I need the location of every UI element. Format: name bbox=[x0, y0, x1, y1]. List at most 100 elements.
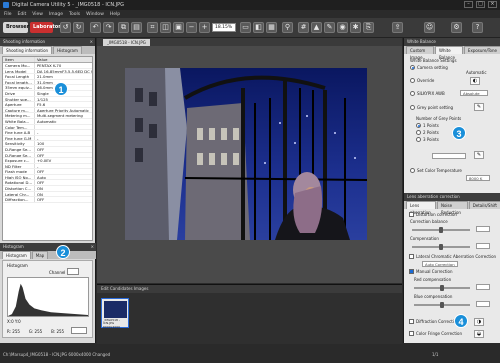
develop-icon[interactable]: ⎘ bbox=[363, 22, 374, 33]
color-fringe-label: Color Fringe Correction bbox=[416, 331, 462, 336]
histogram-close-icon[interactable]: × bbox=[91, 243, 94, 251]
wb-tabs: Custom Image White Balance Exposure/Tone bbox=[404, 46, 500, 60]
color-temp-value[interactable]: 8000 K bbox=[466, 175, 490, 181]
blue-compensation-value[interactable] bbox=[476, 301, 490, 307]
histogram-value-box[interactable] bbox=[71, 327, 87, 334]
laboratory-button[interactable]: Laboratory bbox=[30, 22, 64, 33]
row-value: ON bbox=[37, 186, 43, 191]
straighten-icon[interactable]: ◫ bbox=[160, 22, 171, 33]
color-fringe-button[interactable]: ◒ bbox=[474, 330, 484, 338]
export-icon[interactable]: ⇪ bbox=[392, 22, 403, 33]
grey-point-eyedropper[interactable]: ✎ bbox=[474, 151, 484, 159]
callout-2: 2 bbox=[56, 245, 70, 259]
settings-icon[interactable]: ⚙ bbox=[451, 22, 462, 33]
row-value: PENTAX K-70 bbox=[37, 63, 62, 68]
tab-histogram[interactable]: Histogram bbox=[53, 46, 82, 54]
correction-balance-knob[interactable] bbox=[439, 227, 443, 233]
red-compensation-value[interactable] bbox=[476, 284, 490, 290]
zoom-out-icon[interactable]: − bbox=[186, 22, 197, 33]
wb-absolute-select[interactable]: Absolute bbox=[460, 90, 488, 96]
column-header-item[interactable]: Item bbox=[3, 57, 35, 62]
lateral-label: Lateral Chromatic Aberration Correction bbox=[416, 254, 497, 259]
tab-details-shift[interactable]: Details/Shift bbox=[468, 201, 500, 209]
blue-compensation-knob[interactable] bbox=[440, 302, 444, 308]
tab-shooting-information[interactable]: Shooting information bbox=[2, 46, 53, 54]
row-item: Flash mode bbox=[3, 169, 35, 174]
multi-view-icon[interactable]: ▦ bbox=[266, 22, 277, 33]
grey-point-select[interactable] bbox=[432, 153, 466, 159]
row-value: - bbox=[37, 163, 39, 169]
menu-file[interactable]: File bbox=[4, 12, 12, 17]
grey-3-radio[interactable] bbox=[416, 137, 421, 142]
tab-lens-aberration[interactable]: Lens aberration bbox=[406, 201, 436, 215]
browser-button[interactable]: Browser bbox=[3, 22, 29, 33]
grey-eyedropper-button[interactable]: ✎ bbox=[474, 103, 484, 111]
window-title: Digital Camera Utility 5 - _IMG0518 - IC… bbox=[12, 2, 125, 8]
lateral-checkbox[interactable] bbox=[409, 254, 414, 259]
panel-close-icon[interactable]: × bbox=[90, 38, 93, 46]
copy-icon[interactable]: ⧉ bbox=[118, 22, 129, 33]
compare-view-icon[interactable]: ◧ bbox=[253, 22, 264, 33]
zoom-level-field[interactable]: 18.15% bbox=[212, 23, 236, 32]
wb-camera-radio[interactable] bbox=[410, 65, 415, 70]
tab-custom-image[interactable]: Custom Image bbox=[406, 46, 435, 60]
table-row[interactable]: Diffraction... OFF bbox=[3, 197, 92, 203]
wb-grey-radio[interactable] bbox=[410, 105, 415, 110]
zoom-in-icon[interactable]: + bbox=[199, 22, 210, 33]
thumbnail[interactable]: _IMG0518 - ICN.JPG 6000x4000 bbox=[101, 298, 129, 329]
eyedropper-icon[interactable]: ✎ bbox=[324, 22, 335, 33]
distortion-checkbox[interactable] bbox=[409, 212, 414, 217]
lateral-select[interactable]: Auto Correction bbox=[422, 261, 458, 267]
menu-edit[interactable]: Edit bbox=[18, 12, 27, 17]
tab-histogram-view[interactable]: Histogram bbox=[2, 251, 31, 259]
compensation-knob[interactable] bbox=[439, 244, 443, 250]
wb-preset-button[interactable]: ◐ bbox=[470, 77, 480, 85]
manual-correction-checkbox[interactable] bbox=[409, 269, 414, 274]
crop-icon[interactable]: ⌗ bbox=[147, 22, 158, 33]
preview-icon[interactable]: ◉ bbox=[337, 22, 348, 33]
menu-view[interactable]: View bbox=[32, 12, 43, 17]
menu-window[interactable]: Window bbox=[86, 12, 104, 17]
correction-balance-value[interactable] bbox=[476, 226, 490, 232]
single-view-icon[interactable]: ▭ bbox=[240, 22, 251, 33]
user-icon[interactable]: ☺ bbox=[424, 22, 435, 33]
color-temp-radio[interactable] bbox=[410, 168, 415, 173]
redo-icon[interactable]: ↷ bbox=[103, 22, 114, 33]
tab-white-balance[interactable]: White Balance bbox=[435, 46, 463, 60]
color-palette-icon[interactable]: ✱ bbox=[350, 22, 361, 33]
undo-icon[interactable]: ↶ bbox=[90, 22, 101, 33]
help-icon[interactable]: ? bbox=[472, 22, 483, 33]
wb-silkypix-radio[interactable] bbox=[410, 91, 415, 96]
tab-exposure-tone[interactable]: Exposure/Tone bbox=[463, 46, 500, 54]
compensation-value[interactable] bbox=[476, 243, 490, 249]
photo-preview[interactable] bbox=[125, 68, 367, 240]
diffraction-button[interactable]: ◑ bbox=[474, 318, 484, 326]
link-icon[interactable]: ⚲ bbox=[282, 22, 293, 33]
diffraction-checkbox[interactable] bbox=[409, 319, 414, 324]
viewer-tab[interactable]: _IMG0518 - ICN.JPG bbox=[103, 39, 150, 46]
status-bar: Ch:\Marsup4_IMG0518 - ICN.JPG 6000x4000 … bbox=[0, 344, 500, 363]
channel-select[interactable] bbox=[67, 268, 79, 275]
wb-override-radio[interactable] bbox=[410, 78, 415, 83]
tab-noise-reduction[interactable]: Noise Reduction bbox=[436, 201, 468, 215]
tab-map[interactable]: Map bbox=[31, 251, 49, 259]
fit-icon[interactable]: ▣ bbox=[173, 22, 184, 33]
grey-1-radio[interactable] bbox=[416, 123, 421, 128]
close-button[interactable]: × bbox=[488, 1, 497, 8]
hist-r-value: R: 255 bbox=[7, 329, 20, 334]
menu-image[interactable]: Image bbox=[49, 12, 63, 17]
grey-2-radio[interactable] bbox=[416, 130, 421, 135]
menu-tools[interactable]: Tools bbox=[69, 12, 80, 17]
rotate-right-icon[interactable]: ↻ bbox=[73, 22, 84, 33]
minimize-button[interactable]: – bbox=[464, 1, 473, 8]
menu-help[interactable]: Help bbox=[110, 12, 120, 17]
color-fringe-checkbox[interactable] bbox=[409, 331, 414, 336]
grid-icon[interactable]: # bbox=[298, 22, 309, 33]
shooting-info-title: Shooting information bbox=[3, 39, 46, 44]
highlight-warning-icon[interactable]: ▲ bbox=[311, 22, 322, 33]
rotate-left-icon[interactable]: ↺ bbox=[60, 22, 71, 33]
paste-icon[interactable]: ▤ bbox=[131, 22, 142, 33]
column-header-value[interactable]: Value bbox=[35, 57, 92, 62]
red-compensation-knob[interactable] bbox=[440, 285, 444, 291]
maximize-button[interactable]: □ bbox=[476, 1, 485, 8]
